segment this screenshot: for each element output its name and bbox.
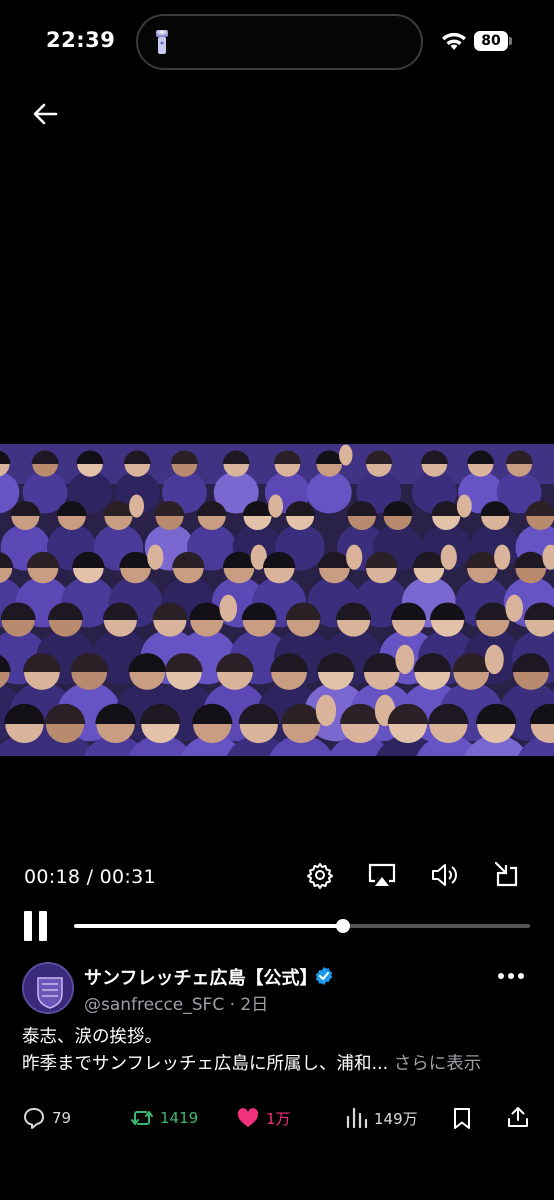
avatar[interactable]	[22, 962, 74, 1014]
bookmark-icon[interactable]	[450, 1106, 474, 1130]
airplay-icon[interactable]	[367, 860, 397, 890]
video-progress-fill	[74, 924, 344, 928]
like-icon	[237, 1108, 259, 1127]
video-timecode: 00:18 / 00:31	[24, 866, 156, 888]
battery-indicator: 80	[474, 31, 512, 51]
retweet-count: 1419	[160, 1109, 199, 1127]
verified-badge-icon	[315, 967, 333, 985]
reply-button[interactable]: 79	[22, 1106, 71, 1130]
reply-count: 79	[52, 1109, 72, 1127]
video-progress-thumb[interactable]	[336, 919, 351, 933]
tweet-line-1: 泰志、涙の挨拶。	[22, 1027, 162, 1047]
retweet-icon	[131, 1111, 153, 1125]
views-count: 149万	[374, 1109, 418, 1128]
pause-icon	[24, 911, 32, 941]
views-icon	[346, 1107, 368, 1129]
video-progress-track[interactable]	[74, 919, 530, 933]
author-handle-line: @sanfrecce_SFC · 2日	[84, 995, 269, 1015]
tweet-text: 泰志、涙の挨拶。 昨季までサンフレッチェ広島に所属し、浦和... さらに表示	[22, 1024, 542, 1078]
tweet-line-2-text: 昨季までサンフレッチェ広島に所属し、浦和...	[22, 1054, 389, 1074]
exit-fullscreen-icon[interactable]	[492, 860, 522, 890]
tweet-line-2: 昨季までサンフレッチェ広島に所属し、浦和... さらに表示	[22, 1051, 542, 1078]
retweet-button[interactable]: 1419	[130, 1106, 198, 1130]
back-arrow-icon[interactable]	[30, 100, 60, 128]
reply-icon	[24, 1108, 44, 1129]
wifi-icon	[442, 32, 466, 50]
volume-icon[interactable]	[430, 860, 460, 890]
club-crest-icon	[24, 964, 72, 1012]
video-crowd-image	[0, 444, 554, 756]
more-icon[interactable]	[496, 966, 526, 986]
settings-icon[interactable]	[305, 860, 335, 890]
video-frame[interactable]	[0, 444, 554, 756]
author-display-name[interactable]: サンフレッチェ広島【公式】	[84, 964, 317, 990]
dynamic-island	[136, 14, 423, 70]
pause-button[interactable]	[24, 911, 50, 941]
show-more-link[interactable]: さらに表示	[394, 1054, 482, 1074]
flashlight-icon	[156, 30, 168, 54]
views-button[interactable]: 149万	[344, 1106, 418, 1130]
status-time: 22:39	[46, 28, 116, 52]
like-count: 1万	[266, 1109, 291, 1128]
share-icon[interactable]	[506, 1105, 530, 1129]
like-button[interactable]: 1万	[236, 1106, 291, 1130]
